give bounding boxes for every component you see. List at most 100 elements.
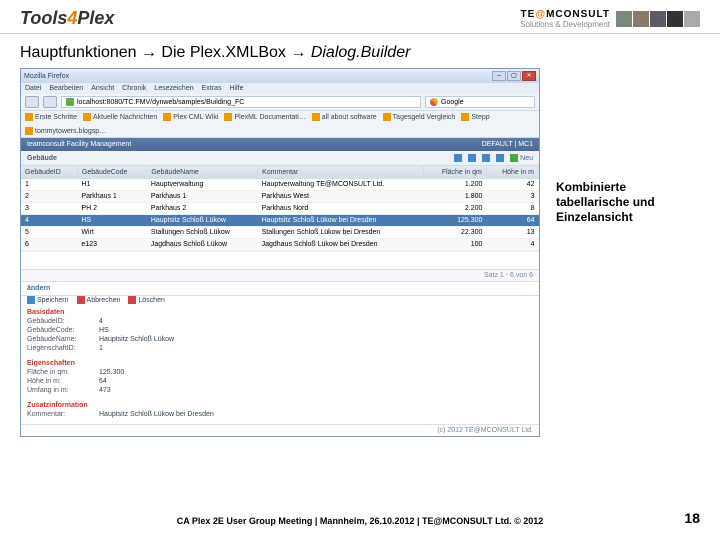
first-page-button[interactable]: [454, 154, 462, 162]
logo-text-plex: Plex: [77, 8, 114, 28]
col-id[interactable]: GebäudeID: [21, 166, 77, 179]
save-button[interactable]: Speichern: [27, 296, 69, 304]
menu-history[interactable]: Chronik: [122, 85, 146, 92]
table-row[interactable]: 2Parkhaus 1Parkhaus 1Parkhaus West1.8003: [21, 191, 539, 203]
form-value[interactable]: 64: [99, 378, 107, 385]
form-row: Höhe in m:64: [27, 378, 533, 385]
menu-edit[interactable]: Bearbeiten: [49, 85, 83, 92]
search-placeholder: Google: [441, 99, 464, 106]
bookmark-icon: [163, 113, 171, 121]
tile-icon: [650, 11, 666, 27]
app-title: teamconsult Facility Management: [27, 141, 131, 148]
form-eigen: Fläche in qm:125.300Höhe in m:64Umfang i…: [21, 367, 539, 400]
cell: 42: [486, 179, 538, 191]
browser-window: Mozilla Firefox – ▢ ✕ Datei Bearbeiten A…: [20, 68, 540, 437]
bookmark-item[interactable]: Erste Schritte: [25, 113, 77, 121]
table-row[interactable]: 1H1HauptverwaltungHauptverwaltung TE@MCO…: [21, 179, 539, 191]
bookmark-label: Tagesgeld Vergleich: [393, 114, 456, 121]
bookmark-item[interactable]: PlexML Documentati…: [224, 113, 305, 121]
cell: Parkhaus West: [258, 191, 424, 203]
bookmark-icon: [461, 113, 469, 121]
bookmark-item[interactable]: Plex CML Wiki: [163, 113, 218, 121]
col-name[interactable]: GebäudeName: [147, 166, 258, 179]
minimize-button[interactable]: –: [492, 71, 506, 81]
cell: 4: [486, 239, 538, 251]
col-comment[interactable]: Kommentar: [258, 166, 424, 179]
forward-button[interactable]: [43, 96, 57, 108]
col-area[interactable]: Fläche in qm: [424, 166, 486, 179]
cell: 100: [424, 239, 486, 251]
delete-button[interactable]: Löschen: [128, 296, 164, 304]
form-label: GebäudeName:: [27, 336, 99, 343]
form-label: Fläche in qm:: [27, 369, 99, 376]
form-value[interactable]: HS: [99, 327, 109, 334]
brand-te: TE: [521, 9, 536, 20]
table-row[interactable]: 3PH 2Parkhaus 2Parkhaus Nord2.2008: [21, 203, 539, 215]
back-button[interactable]: [25, 96, 39, 108]
bookmark-item[interactable]: Aktuelle Nachrichten: [83, 113, 157, 121]
section-basis-title: Basisdaten: [21, 307, 539, 316]
bookmark-item[interactable]: all about software: [312, 113, 377, 121]
last-page-button[interactable]: [496, 154, 504, 162]
cell: Parkhaus 1: [147, 191, 258, 203]
form-value[interactable]: 4: [99, 318, 103, 325]
bookmark-icon: [25, 113, 33, 121]
form-value[interactable]: Hauptsitz Schloß Lükow bei Dresden: [99, 411, 214, 418]
edit-toolbar: ändern: [21, 281, 539, 295]
new-button[interactable]: Neu: [510, 154, 533, 162]
cell: 8: [486, 203, 538, 215]
window-titlebar[interactable]: Mozilla Firefox – ▢ ✕: [21, 69, 539, 83]
tile-icon: [684, 11, 700, 27]
form-value[interactable]: 125.300: [99, 369, 124, 376]
menu-view[interactable]: Ansicht: [91, 85, 114, 92]
next-icon: [482, 154, 490, 162]
form-row: LiegenschaftID:1: [27, 345, 533, 352]
form-value[interactable]: 473: [99, 387, 111, 394]
next-page-button[interactable]: [482, 154, 490, 162]
brand-at: @: [535, 9, 546, 20]
title-part2: Die Plex.XMLBox: [157, 44, 290, 61]
brand-line: TE@MCONSULT: [520, 9, 610, 20]
col-height[interactable]: Höhe in m: [486, 166, 538, 179]
maximize-button[interactable]: ▢: [507, 71, 521, 81]
table-row[interactable]: 5WirtStallungen Schloß LükowStallungen S…: [21, 227, 539, 239]
cell: 6: [21, 239, 77, 251]
browser-toolbar: localhost:8080/TC.FMV/dynweb/samples/Bui…: [21, 94, 539, 111]
search-box[interactable]: Google: [425, 96, 535, 108]
bookmark-item[interactable]: Stepp: [461, 113, 489, 121]
edit-actions: Speichern Abbrechen Löschen: [21, 295, 539, 307]
cell: Parkhaus 1: [77, 191, 146, 203]
slide-footer: CA Plex 2E User Group Meeting | Mannheim…: [0, 516, 720, 526]
cell: Jagdhaus Schloß Lükow bei Dresden: [258, 239, 424, 251]
menu-file[interactable]: Datei: [25, 85, 41, 92]
prev-page-button[interactable]: [468, 154, 476, 162]
form-value[interactable]: Hauptsitz Schloß Lükow: [99, 336, 174, 343]
col-code[interactable]: GebäudeCode: [77, 166, 146, 179]
cell: Hauptverwaltung TE@MCONSULT Ltd.: [258, 179, 424, 191]
table-row[interactable]: 6e123Jagdhaus Schloß LükowJagdhaus Schlo…: [21, 239, 539, 251]
menu-bookmarks[interactable]: Lesezeichen: [154, 85, 193, 92]
edit-mode-label: ändern: [27, 285, 50, 292]
address-bar[interactable]: localhost:8080/TC.FMV/dynweb/samples/Bui…: [61, 96, 421, 108]
cell: Stallungen Schloß Lükow bei Dresden: [258, 227, 424, 239]
form-value[interactable]: 1: [99, 345, 103, 352]
bookmark-item[interactable]: Tagesgeld Vergleich: [383, 113, 456, 121]
brand-tiles: [616, 11, 700, 27]
page-number: 18: [684, 510, 700, 526]
window-title: Mozilla Firefox: [24, 73, 69, 80]
arrow-icon: →: [290, 44, 306, 61]
cancel-button[interactable]: Abbrechen: [77, 296, 121, 304]
cell: 22.300: [424, 227, 486, 239]
window-controls: – ▢ ✕: [492, 71, 536, 81]
cell: 2: [21, 191, 77, 203]
table-row[interactable]: 4HSHauptsitz Schloß LükowHauptsitz Schlo…: [21, 215, 539, 227]
bookmark-item[interactable]: tommytowers.blogsp…: [25, 127, 106, 135]
cell: 2.200: [424, 203, 486, 215]
slide-header: Tools4Plex TE@MCONSULT Solutions & Devel…: [0, 0, 720, 34]
menu-tools[interactable]: Extras: [202, 85, 222, 92]
close-button[interactable]: ✕: [522, 71, 536, 81]
bookmark-icon: [83, 113, 91, 121]
menu-help[interactable]: Hilfe: [229, 85, 243, 92]
app-context: DEFAULT | MC1: [482, 141, 533, 148]
last-icon: [496, 154, 504, 162]
